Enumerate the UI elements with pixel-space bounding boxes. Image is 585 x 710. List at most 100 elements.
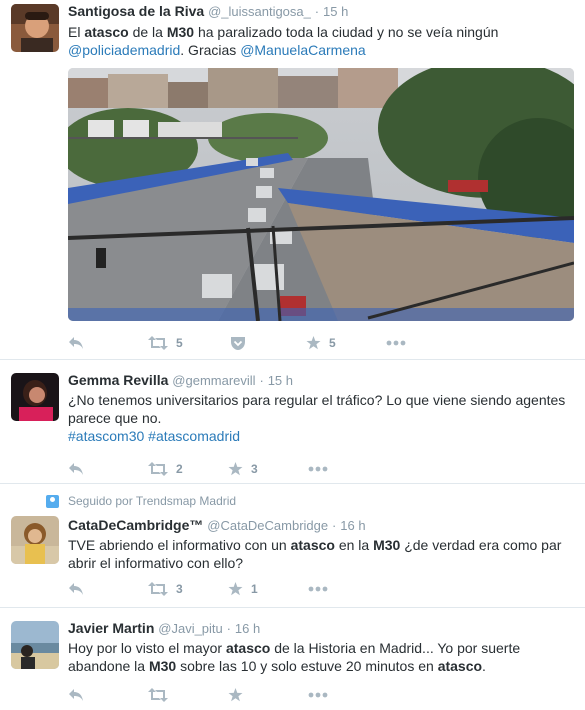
- text-segment: en la: [334, 537, 374, 553]
- username[interactable]: @Javi_pitu: [158, 621, 223, 636]
- text-segment: .: [482, 658, 486, 674]
- avatar[interactable]: [11, 621, 59, 669]
- avatar[interactable]: [11, 516, 59, 564]
- retweet-button[interactable]: 3: [148, 582, 228, 596]
- star-icon: [228, 582, 243, 596]
- tweet-actions: 2 3: [68, 456, 573, 482]
- retweet-icon: [148, 462, 168, 476]
- retweet-button[interactable]: [148, 688, 228, 702]
- reply-button[interactable]: [68, 462, 148, 476]
- separator-dot: ·: [226, 621, 232, 636]
- more-button[interactable]: [308, 586, 328, 592]
- retweet-count: 2: [176, 462, 183, 476]
- reply-button[interactable]: [68, 582, 148, 596]
- text-segment: de la: [128, 24, 167, 40]
- pocket-button[interactable]: [230, 336, 306, 351]
- avatar[interactable]: [11, 4, 59, 52]
- text-segment: ha paralizado toda la ciudad y no se veí…: [194, 24, 499, 40]
- retweet-icon: [148, 582, 168, 596]
- text-segment: Hoy por lo visto el mayor: [68, 640, 226, 656]
- fullname[interactable]: CataDeCambridge™: [68, 517, 203, 533]
- tweet-header: CataDeCambridge™ @CataDeCambridge · 16 h: [68, 516, 573, 535]
- text-segment: El: [68, 24, 85, 40]
- reply-button[interactable]: [68, 336, 148, 350]
- text-segment: TVE abriendo el informativo con un: [68, 537, 291, 553]
- favorite-button[interactable]: 5: [306, 336, 386, 350]
- retweet-button[interactable]: 5: [148, 336, 230, 350]
- social-context[interactable]: Seguido por Trendsmap Madrid: [46, 492, 573, 510]
- more-icon: [386, 340, 406, 346]
- tweet-actions: 5 5: [68, 330, 573, 356]
- social-context-text: Seguido por Trendsmap Madrid: [68, 494, 237, 508]
- favorite-button[interactable]: 1: [228, 582, 308, 596]
- tweet-photo[interactable]: [68, 68, 574, 321]
- star-icon: [228, 462, 243, 476]
- text-segment: ¿No tenemos universitarios para regular …: [68, 392, 566, 426]
- tweet-header: Gemma Revilla @gemmarevill · 15 h: [68, 371, 573, 390]
- pocket-icon: [231, 336, 245, 350]
- tweet-header: Santigosa de la Riva @_luissantigosa_ · …: [68, 2, 573, 21]
- hashtag-link[interactable]: #atascomadrid: [148, 428, 240, 444]
- separator-dot: ·: [314, 4, 320, 19]
- more-button[interactable]: [308, 466, 328, 472]
- tweet[interactable]: Santigosa de la Riva @_luissantigosa_ · …: [0, 0, 585, 360]
- traffic-photo: [68, 68, 574, 321]
- keyword: atasco: [225, 640, 271, 656]
- tweet[interactable]: Javier Martin @Javi_pitu · 16 h Hoy por …: [0, 608, 585, 710]
- person-icon: [46, 494, 59, 508]
- favorite-count: 3: [251, 462, 258, 476]
- username[interactable]: @gemmarevill: [172, 373, 255, 388]
- hashtag-link[interactable]: #atascom30: [68, 428, 144, 444]
- timestamp[interactable]: 16 h: [340, 518, 365, 533]
- text-segment: sobre las 10 y solo estuve 20 minutos en: [176, 658, 438, 674]
- fullname[interactable]: Santigosa de la Riva: [68, 3, 204, 19]
- more-button[interactable]: [386, 340, 406, 346]
- keyword: atasco: [437, 658, 483, 674]
- favorite-button[interactable]: 3: [228, 462, 308, 476]
- more-icon: [308, 692, 328, 698]
- timestamp[interactable]: 15 h: [268, 373, 293, 388]
- reply-icon: [69, 689, 83, 701]
- tweet[interactable]: Gemma Revilla @gemmarevill · 15 h ¿No te…: [0, 360, 585, 484]
- more-button[interactable]: [308, 692, 328, 698]
- keyword: M30: [148, 658, 177, 674]
- tweet[interactable]: Seguido por Trendsmap Madrid CataDeCambr…: [0, 484, 585, 608]
- reply-button[interactable]: [68, 688, 148, 702]
- keyword: atasco: [290, 537, 335, 553]
- retweet-button[interactable]: 2: [148, 462, 228, 476]
- mention-link[interactable]: @policiademadrid: [68, 42, 180, 58]
- tweet-text: TVE abriendo el informativo con un atasc…: [68, 536, 573, 572]
- more-icon: [308, 586, 328, 592]
- favorite-count: 1: [251, 582, 258, 596]
- fullname[interactable]: Gemma Revilla: [68, 372, 168, 388]
- keyword: M30: [166, 24, 195, 40]
- tweet-text: El atasco de la M30 ha paralizado toda l…: [68, 23, 573, 59]
- reply-icon: [69, 583, 83, 595]
- timestamp[interactable]: 15 h: [323, 4, 348, 19]
- tweet-text: ¿No tenemos universitarios para regular …: [68, 391, 573, 445]
- username[interactable]: @_luissantigosa_: [208, 4, 311, 19]
- text-segment: . Gracias: [180, 42, 241, 58]
- keyword: M30: [373, 537, 401, 553]
- tweet-header: Javier Martin @Javi_pitu · 16 h: [68, 619, 573, 638]
- separator-dot: ·: [332, 518, 337, 533]
- separator-dot: ·: [259, 373, 264, 388]
- reply-icon: [69, 463, 83, 475]
- tweet-actions: [68, 682, 573, 708]
- retweet-icon: [148, 688, 168, 702]
- reply-icon: [69, 337, 83, 349]
- username[interactable]: @CataDeCambridge: [207, 518, 328, 533]
- avatar[interactable]: [11, 373, 59, 421]
- tweet-text: Hoy por lo visto el mayor atasco de la H…: [68, 639, 573, 675]
- fullname[interactable]: Javier Martin: [68, 620, 154, 636]
- star-icon: [306, 336, 321, 350]
- timestamp[interactable]: 16 h: [235, 621, 260, 636]
- retweet-count: 5: [176, 336, 183, 350]
- favorite-button[interactable]: [228, 688, 308, 702]
- timeline: Santigosa de la Riva @_luissantigosa_ · …: [0, 0, 585, 710]
- retweet-count: 3: [176, 582, 183, 596]
- tweet-actions: 3 1: [68, 576, 573, 602]
- favorite-count: 5: [329, 336, 336, 350]
- mention-link[interactable]: @ManuelaCarmena: [240, 42, 366, 58]
- star-icon: [228, 688, 243, 702]
